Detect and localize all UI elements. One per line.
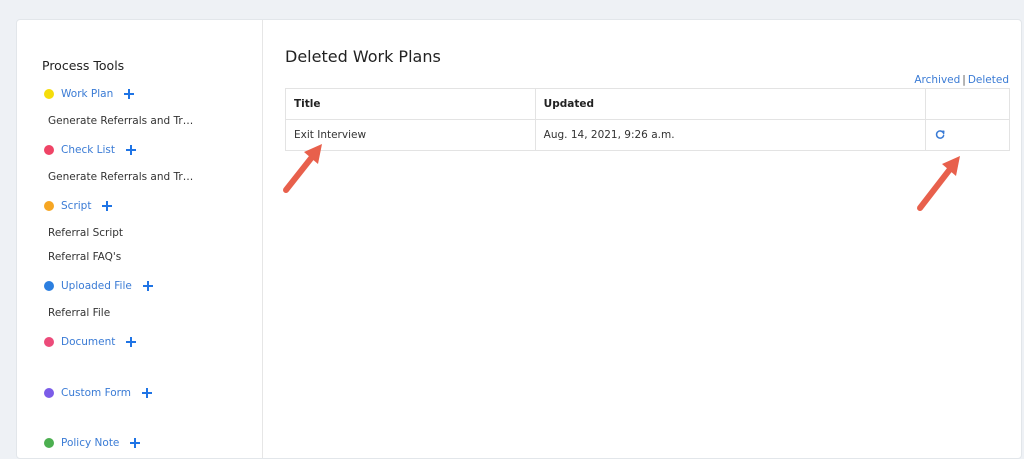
check-list-dot-icon <box>44 145 54 155</box>
sidebar-category-uploaded-file: Uploaded File <box>44 278 153 294</box>
uploaded-file-link[interactable]: Uploaded File <box>61 280 132 292</box>
archived-link[interactable]: Archived <box>914 74 960 86</box>
column-header-actions <box>925 88 1010 120</box>
document-dot-icon <box>44 337 54 347</box>
restore-icon[interactable] <box>934 129 946 141</box>
policy-note-dot-icon <box>44 438 54 448</box>
table-header-row: Title Updated <box>285 88 1010 120</box>
add-script-icon[interactable] <box>102 201 113 211</box>
sidebar-item-referral-faqs[interactable]: Referral FAQ's <box>48 251 198 263</box>
process-tools-sidebar: Process Tools Work Plan Generate Referra… <box>17 20 263 458</box>
links-separator: | <box>962 74 966 86</box>
table-row: Exit Interview Aug. 14, 2021, 9:26 a.m. <box>285 119 1010 151</box>
sidebar-category-policy-note: Policy Note <box>44 435 141 451</box>
uploaded-file-dot-icon <box>44 281 54 291</box>
sidebar-item-work-plan[interactable]: Generate Referrals and Trainings <box>48 115 198 127</box>
sidebar-item-check-list[interactable]: Generate Referrals and Trainings <box>48 171 198 183</box>
annotation-arrow-title-icon <box>283 144 322 193</box>
work-plan-dot-icon <box>44 89 54 99</box>
policy-note-link[interactable]: Policy Note <box>61 437 119 449</box>
page-title: Deleted Work Plans <box>285 47 441 66</box>
row-actions-cell <box>925 119 1010 151</box>
deleted-link[interactable]: Deleted <box>968 74 1009 86</box>
annotation-arrow-restore-icon <box>917 156 960 211</box>
custom-form-dot-icon <box>44 388 54 398</box>
check-list-link[interactable]: Check List <box>61 144 115 156</box>
main-panel: Deleted Work Plans Archived | Deleted Titl… <box>264 20 1021 458</box>
add-policy-note-icon[interactable] <box>130 438 141 448</box>
document-link[interactable]: Document <box>61 336 115 348</box>
work-plan-link[interactable]: Work Plan <box>61 88 113 100</box>
work-plan-updated: Aug. 14, 2021, 9:26 a.m. <box>534 119 927 151</box>
add-work-plan-icon[interactable] <box>124 89 135 99</box>
script-link[interactable]: Script <box>61 200 91 212</box>
script-dot-icon <box>44 201 54 211</box>
add-uploaded-file-icon[interactable] <box>142 281 153 291</box>
sidebar-category-work-plan: Work Plan <box>44 86 135 102</box>
filter-links: Archived | Deleted <box>914 74 1009 86</box>
column-header-updated: Updated <box>534 88 927 120</box>
sidebar-title: Process Tools <box>42 58 125 73</box>
content-card: Process Tools Work Plan Generate Referra… <box>16 19 1022 459</box>
sidebar-item-referral-file[interactable]: Referral File <box>48 307 198 319</box>
deleted-work-plans-table: Title Updated Exit Interview Aug. 14, 20… <box>285 88 1010 151</box>
sidebar-category-document: Document <box>44 334 137 350</box>
column-header-title: Title <box>285 88 536 120</box>
sidebar-item-referral-script[interactable]: Referral Script <box>48 227 198 239</box>
add-custom-form-icon[interactable] <box>142 388 153 398</box>
sidebar-category-custom-form: Custom Form <box>44 385 153 401</box>
sidebar-category-script: Script <box>44 198 113 214</box>
add-document-icon[interactable] <box>126 337 137 347</box>
sidebar-category-check-list: Check List <box>44 142 136 158</box>
custom-form-link[interactable]: Custom Form <box>61 387 131 399</box>
add-check-list-icon[interactable] <box>126 145 136 155</box>
